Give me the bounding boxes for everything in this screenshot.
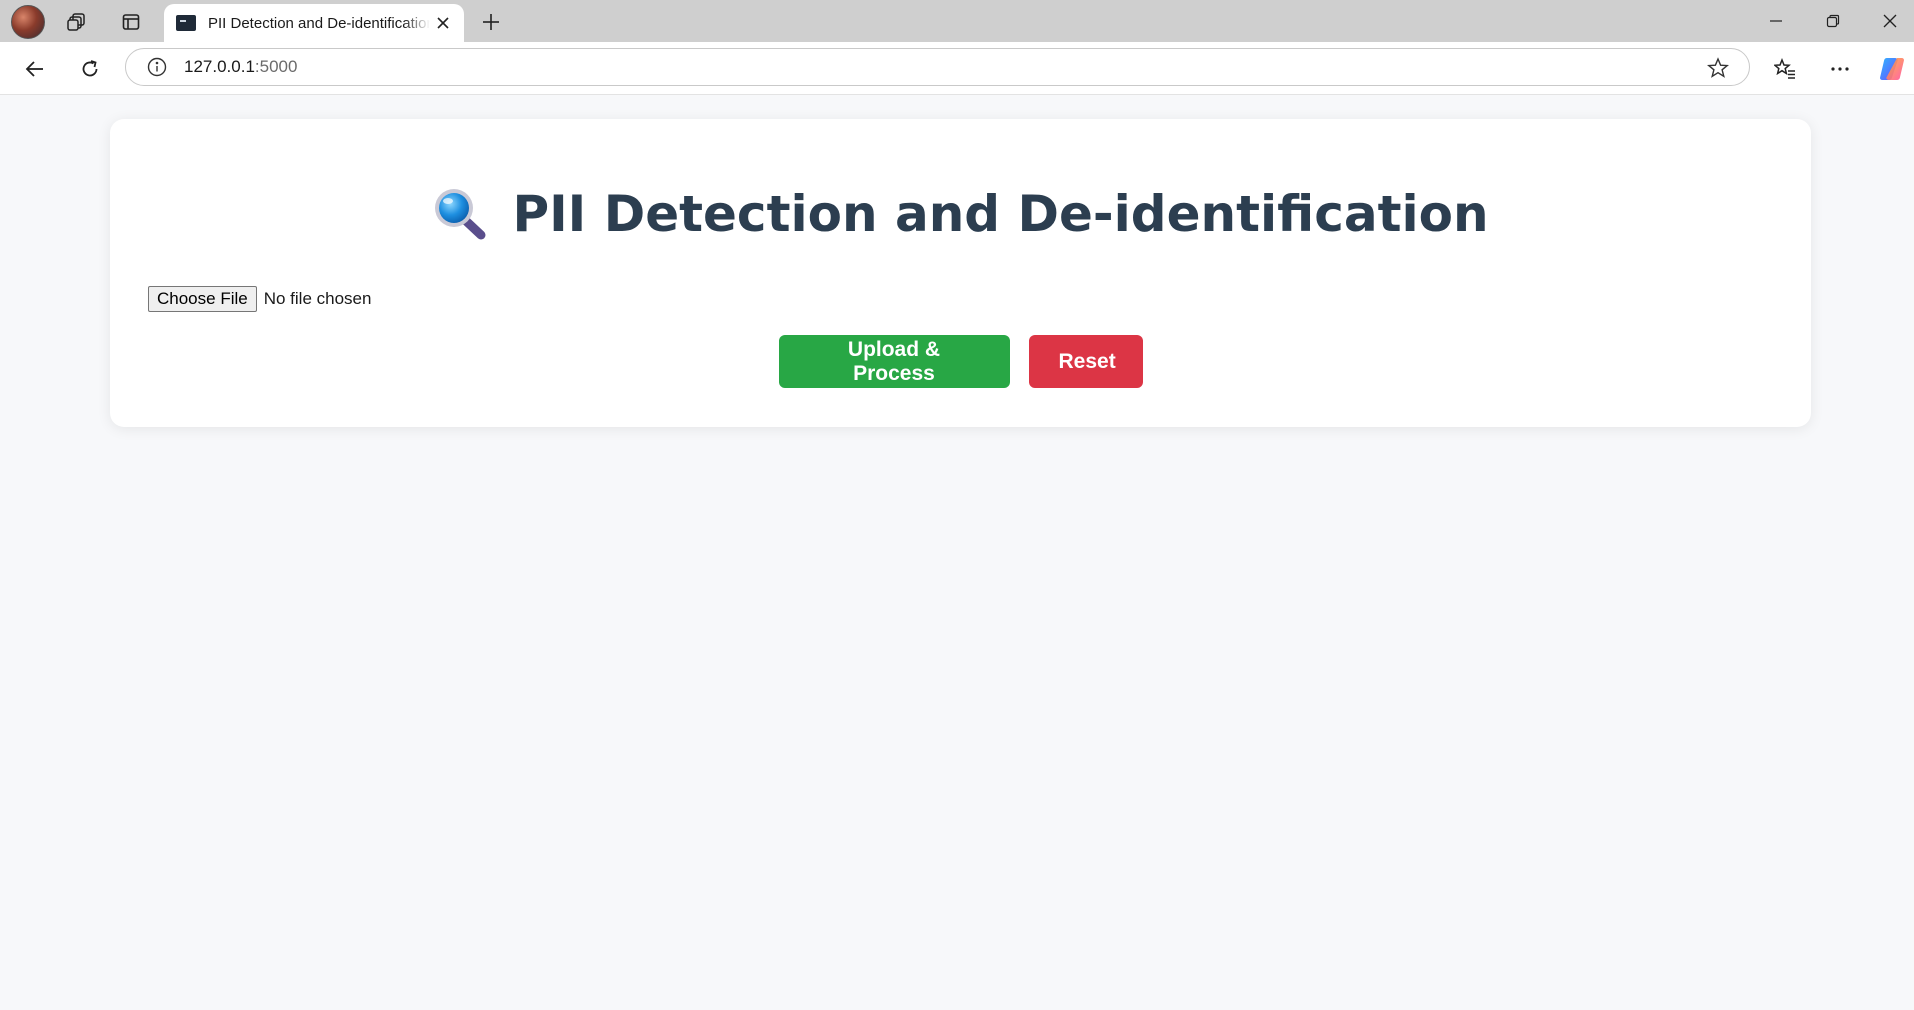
terminal-favicon-icon bbox=[176, 15, 196, 31]
address-bar[interactable]: 127.0.0.1:5000 bbox=[125, 48, 1750, 86]
vertical-tabs-icon[interactable] bbox=[116, 7, 146, 37]
active-tab[interactable]: PII Detection and De-identification bbox=[164, 4, 464, 42]
copilot-icon[interactable] bbox=[1875, 52, 1909, 86]
minimize-icon[interactable] bbox=[1756, 6, 1796, 36]
file-status-text: No file chosen bbox=[263, 289, 372, 308]
favorite-star-icon[interactable] bbox=[1705, 55, 1731, 81]
page-viewport: PII Detection and De-identification Choo… bbox=[4, 95, 1914, 1010]
file-input[interactable]: Choose File No file chosen bbox=[148, 286, 371, 312]
choose-file-button[interactable]: Choose File bbox=[148, 286, 257, 312]
page-heading: PII Detection and De-identification bbox=[110, 185, 1811, 243]
tab-strip: PII Detection and De-identification bbox=[0, 0, 1914, 42]
workspaces-icon[interactable] bbox=[62, 7, 92, 37]
more-options-icon[interactable] bbox=[1823, 52, 1857, 86]
site-info-icon[interactable] bbox=[144, 54, 170, 80]
url-text: 127.0.0.1:5000 bbox=[184, 57, 297, 77]
restore-icon[interactable] bbox=[1813, 6, 1853, 36]
close-tab-icon[interactable] bbox=[432, 12, 454, 34]
page-title: PII Detection and De-identification bbox=[512, 185, 1489, 243]
magnifying-glass-icon bbox=[432, 187, 490, 241]
back-arrow-icon[interactable] bbox=[18, 52, 52, 86]
profile-avatar[interactable] bbox=[11, 5, 45, 39]
url-port: :5000 bbox=[254, 57, 298, 76]
favorites-icon[interactable] bbox=[1768, 52, 1802, 86]
close-window-icon[interactable] bbox=[1870, 6, 1910, 36]
upload-process-button[interactable]: Upload & Process bbox=[778, 335, 1010, 388]
reset-button[interactable]: Reset bbox=[1028, 335, 1143, 388]
new-tab-icon[interactable] bbox=[476, 7, 506, 37]
tab-title: PII Detection and De-identification bbox=[208, 14, 430, 32]
url-host: 127.0.0.1 bbox=[184, 57, 255, 76]
action-buttons: Upload & Process Reset bbox=[110, 335, 1811, 388]
browser-toolbar: 127.0.0.1:5000 bbox=[0, 42, 1914, 95]
main-card: PII Detection and De-identification Choo… bbox=[110, 119, 1811, 427]
refresh-icon[interactable] bbox=[73, 52, 107, 86]
